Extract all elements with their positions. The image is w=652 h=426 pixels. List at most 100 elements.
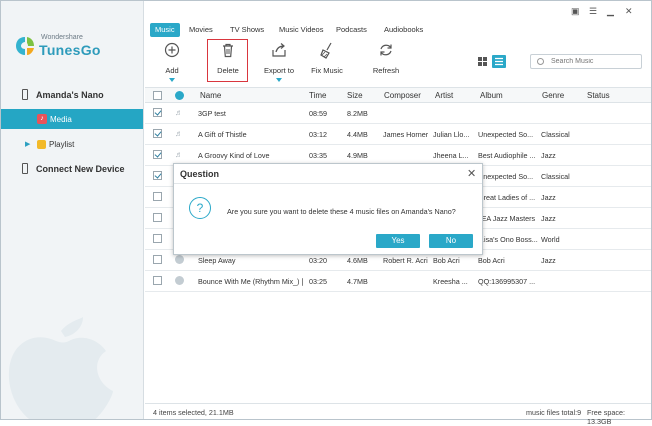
app-window: Wondershare TunesGo Amanda's Nano ♪ Medi… <box>0 0 652 426</box>
fix-music-label: Fix Music <box>311 66 343 75</box>
logo-brand: Wondershare <box>41 34 83 41</box>
cell-artist: Julian Llo... <box>433 130 470 139</box>
fix-music-button[interactable]: Fix Music <box>311 41 343 75</box>
cell-name: A Gift of Thistle <box>198 130 247 139</box>
media-tabs: Music Movies TV Shows Music Videos Podca… <box>145 21 651 37</box>
cell-time: 03:20 <box>309 256 327 265</box>
sidebar-item-media[interactable]: ♪ Media <box>1 109 143 129</box>
export-dropdown-icon[interactable] <box>276 78 282 82</box>
feedback-icon[interactable]: ▣ <box>571 6 580 17</box>
close-window-icon[interactable]: ✕ <box>625 6 633 17</box>
col-size[interactable]: Size <box>347 91 363 100</box>
cell-composer: Robert R. Acri <box>383 256 428 265</box>
connect-new-device[interactable]: Connect New Device <box>36 164 125 174</box>
col-status[interactable]: Status <box>587 91 610 100</box>
tab-music[interactable]: Music <box>150 23 180 37</box>
cell-album: JEA Jazz Masters <box>478 214 536 223</box>
list-view-icon[interactable] <box>492 55 506 68</box>
cell-genre: Jazz <box>541 214 556 223</box>
cell-size: 4.7MB <box>347 277 368 286</box>
col-artist[interactable]: Artist <box>435 91 453 100</box>
row-checkbox[interactable] <box>153 234 162 243</box>
cell-size: 8.2MB <box>347 109 368 118</box>
cell-name: Bounce With Me (Rhythm Mix_) [ <box>198 277 303 286</box>
refresh-button[interactable]: Refresh <box>371 41 401 75</box>
cell-artist: Jheena L... <box>433 151 469 160</box>
refresh-icon <box>380 44 392 56</box>
no-button[interactable]: No <box>429 234 473 248</box>
sidebar-item-label: Media <box>50 115 72 124</box>
row-checkbox[interactable] <box>153 192 162 201</box>
free-space-status: Free space: 13.3GB <box>587 408 625 426</box>
cell-name: Sleep Away <box>198 256 236 265</box>
row-checkbox[interactable] <box>153 255 162 264</box>
cell-album: Bob Acri <box>478 256 505 265</box>
minimize-icon[interactable]: ▁ <box>607 6 614 17</box>
select-all-checkbox[interactable] <box>153 91 162 100</box>
cell-album: Best Audiophile ... <box>478 151 536 160</box>
row-checkbox[interactable] <box>153 276 162 285</box>
menu-icon[interactable]: ☰ <box>589 6 597 17</box>
sidebar-item-playlist[interactable]: ▶ Playlist <box>1 137 143 153</box>
tab-movies[interactable]: Movies <box>184 23 218 37</box>
add-dropdown-icon[interactable] <box>169 78 175 82</box>
toolbar: Add Delete Export to Fix Music Refresh <box>145 39 651 87</box>
row-checkbox[interactable] <box>153 129 162 138</box>
confirm-delete-dialog: Question ✕ ? Are you sure you want to de… <box>173 163 483 255</box>
table-row[interactable]: ♬ 3GP test 08:59 8.2MB <box>145 103 651 124</box>
dialog-message: Are you sure you want to delete these 4 … <box>227 207 456 216</box>
delete-button[interactable]: Delete <box>211 41 245 75</box>
dialog-title: Question <box>180 169 220 179</box>
cell-album: Great Ladies of ... <box>478 193 536 202</box>
tab-audiobooks[interactable]: Audiobooks <box>379 23 428 37</box>
cell-name: A Groovy Kind of Love <box>198 151 270 160</box>
row-checkbox[interactable] <box>153 150 162 159</box>
trash-icon <box>223 43 233 58</box>
add-button[interactable]: Add <box>160 41 184 82</box>
grid-view-icon[interactable] <box>477 56 488 67</box>
close-icon[interactable]: ✕ <box>467 167 476 180</box>
yes-button[interactable]: Yes <box>376 234 420 248</box>
music-note-icon: ♪ <box>37 114 47 124</box>
device-icon <box>22 163 28 174</box>
tab-podcasts[interactable]: Podcasts <box>331 23 372 37</box>
table-header: Name Time Size Composer Artist Album Gen… <box>145 87 651 103</box>
col-name[interactable]: Name <box>200 91 221 100</box>
export-button[interactable]: Export to <box>262 41 296 82</box>
cell-genre: Jazz <box>541 256 556 265</box>
col-composer[interactable]: Composer <box>384 91 421 100</box>
music-file-icon <box>175 255 184 264</box>
question-icon: ? <box>189 197 211 219</box>
total-files-status: music files total:9 <box>526 408 582 417</box>
cell-composer: James Horner <box>383 130 429 139</box>
row-checkbox[interactable] <box>153 108 162 117</box>
music-file-icon <box>175 276 184 285</box>
device-name[interactable]: Amanda's Nano <box>36 90 104 100</box>
cell-name: 3GP test <box>198 109 226 118</box>
search-input[interactable] <box>551 56 639 67</box>
cell-album: ...isa's Ono Boss... <box>478 235 538 244</box>
music-file-icon: ♬ <box>175 129 183 138</box>
tab-music-videos[interactable]: Music Videos <box>274 23 328 37</box>
table-row[interactable]: Bounce With Me (Rhythm Mix_) [ 03:25 4.7… <box>145 271 651 292</box>
search-box[interactable] <box>530 54 642 69</box>
cell-artist: Kreesha ... <box>433 277 468 286</box>
cell-genre: Classical <box>541 172 570 181</box>
dialog-header: Question ✕ <box>174 164 482 184</box>
tunesgo-logo-icon <box>16 37 34 55</box>
cell-time: 03:25 <box>309 277 327 286</box>
col-album[interactable]: Album <box>480 91 503 100</box>
expand-arrow-icon[interactable]: ▶ <box>25 140 30 148</box>
sidebar-item-label: Playlist <box>49 140 75 149</box>
apple-watermark-icon <box>8 317 113 419</box>
playlist-icon <box>37 140 46 149</box>
table-row[interactable]: ♬ A Gift of Thistle 03:12 4.4MB James Ho… <box>145 124 651 145</box>
cell-genre: Jazz <box>541 151 556 160</box>
cell-time: 03:12 <box>309 130 327 139</box>
col-genre[interactable]: Genre <box>542 91 564 100</box>
status-bar: 4 items selected, 21.1MB music files tot… <box>145 403 651 426</box>
row-checkbox[interactable] <box>153 171 162 180</box>
tab-tv-shows[interactable]: TV Shows <box>225 23 269 37</box>
row-checkbox[interactable] <box>153 213 162 222</box>
col-time[interactable]: Time <box>309 91 326 100</box>
